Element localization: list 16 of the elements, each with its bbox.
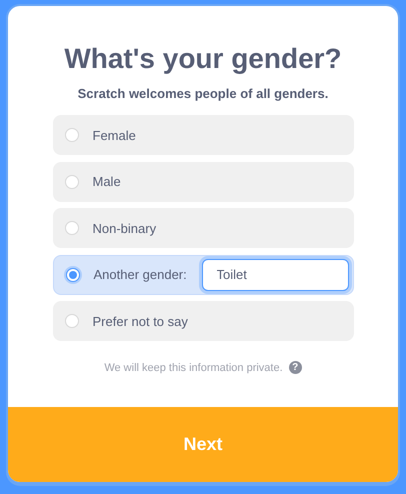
privacy-note: We will keep this information private. (104, 362, 283, 374)
gender-option[interactable]: Female (52, 115, 354, 155)
gender-option[interactable]: Male (52, 162, 354, 202)
gender-input-field[interactable]: Toilet (202, 258, 348, 290)
gender-option[interactable]: Non-binary (52, 208, 354, 248)
dialog-subtitle: Scratch welcomes people of all genders. (78, 86, 328, 101)
option-label: Non-binary (92, 220, 156, 236)
gender-option[interactable]: Prefer not to say (52, 301, 354, 341)
gender-option[interactable]: Another gender: Toilet (52, 254, 354, 294)
option-label: Another gender: (94, 267, 187, 282)
radio-button[interactable] (66, 268, 80, 282)
help-icon[interactable]: ? (288, 361, 302, 374)
option-label: Prefer not to say (92, 314, 188, 328)
dialog-title: What's your gender? (64, 42, 342, 76)
option-label: Male (92, 174, 121, 189)
option-label: Female (92, 128, 136, 142)
